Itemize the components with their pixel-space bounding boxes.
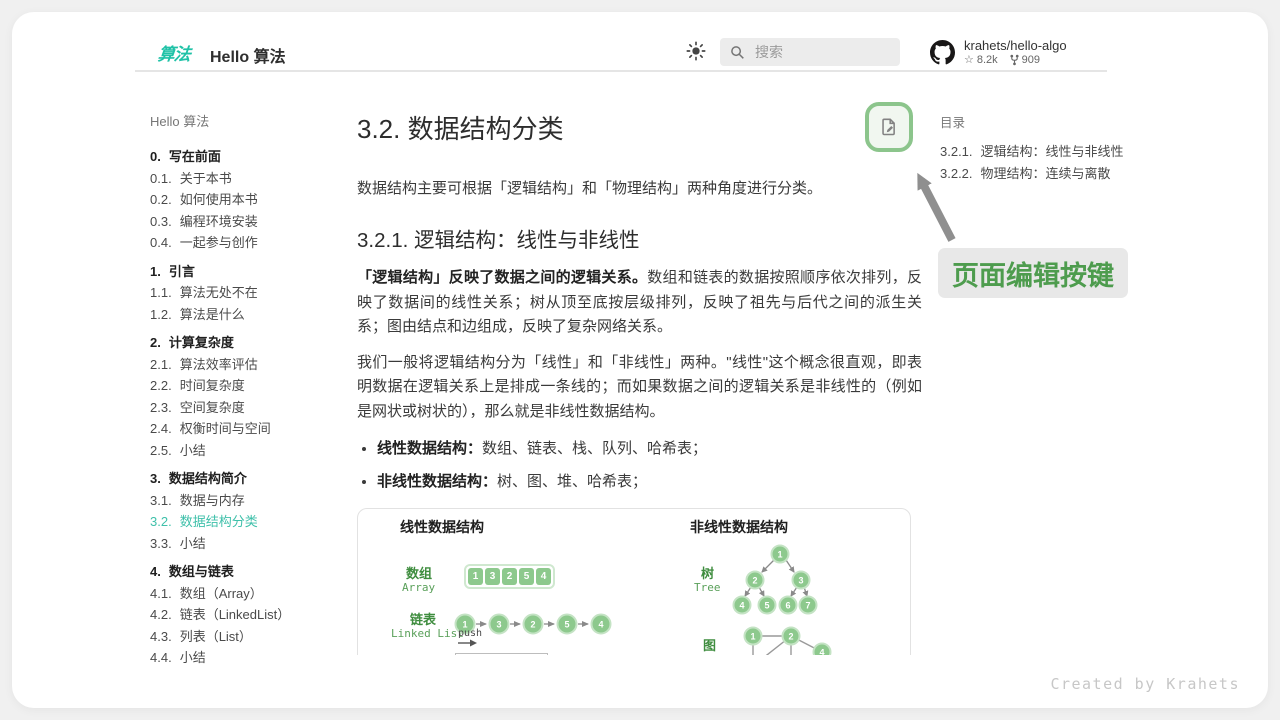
search-input[interactable]	[753, 43, 887, 61]
star-icon: ☆	[964, 53, 974, 67]
tree-diagram: 1 2 3 4 5 6 7	[730, 542, 830, 624]
linear-column-title: 线性数据结构	[400, 517, 484, 537]
data-structure-figure: 线性数据结构 非线性数据结构 数组 Array 1 3 2 5 4 链表 Lin…	[357, 508, 911, 655]
svg-text:2: 2	[530, 620, 535, 630]
search-box[interactable]	[720, 38, 900, 66]
array-cell: 1	[468, 568, 483, 585]
sidebar-item[interactable]: 2.2. 时间复杂度	[150, 375, 355, 397]
sidebar-item[interactable]: 1.1. 算法无处不在	[150, 282, 355, 304]
bullet-item: 非线性数据结构：树、图、堆、哈希表；	[377, 470, 922, 494]
structure-bullet-list: 线性数据结构：数组、链表、栈、队列、哈希表； 非线性数据结构：树、图、堆、哈希表；	[357, 437, 922, 494]
github-repo-link[interactable]: krahets/hello-algo ☆ 8.2k 909	[930, 38, 1067, 67]
svg-text:4: 4	[819, 648, 824, 656]
sidebar-item[interactable]: 4.2. 链表（LinkedList）	[150, 604, 355, 626]
sidebar-item[interactable]: 0.3. 编程环境安装	[150, 211, 355, 233]
section-heading: 3.2.1. 逻辑结构：线性与非线性	[357, 227, 922, 255]
sidebar-item[interactable]: 2.3. 空间复杂度	[150, 397, 355, 419]
toc-title: 目录	[940, 112, 1180, 131]
svg-text:3: 3	[496, 620, 501, 630]
star-count: 8.2k	[977, 53, 998, 67]
toc-item[interactable]: 3.2.2. 物理结构：连续与离散	[940, 163, 1180, 185]
linked-list-label-zh: 链表	[410, 609, 436, 628]
svg-text:7: 7	[805, 601, 810, 611]
sidebar-item[interactable]: 2.1. 算法效率评估	[150, 354, 355, 376]
hello-algo-logo[interactable]: 算法	[157, 40, 192, 65]
sidebar-item[interactable]: 3.1. 数据与内存	[150, 490, 355, 512]
push-arrow-icon	[458, 639, 478, 647]
sidebar-item[interactable]: 1.2. 算法是什么	[150, 304, 355, 326]
tree-label-en: Tree	[694, 581, 721, 594]
array-cells: 1 3 2 5 4	[464, 564, 555, 589]
array-cell: 5	[519, 568, 534, 585]
array-label-en: Array	[402, 581, 435, 594]
search-icon	[730, 45, 745, 60]
svg-text:1: 1	[777, 550, 782, 560]
nonlinear-column-title: 非线性数据结构	[690, 517, 788, 537]
repo-stats: ☆ 8.2k 909	[964, 53, 1067, 67]
sidebar-nav: Hello 算法 0. 写在前面 0.1. 关于本书 0.2. 如何使用本书 0…	[150, 113, 355, 669]
array-cell: 3	[485, 568, 500, 585]
svg-text:6: 6	[785, 601, 790, 611]
page-toc: 目录 3.2.1. 逻辑结构：线性与非线性 3.2.2. 物理结构：连续与离散	[940, 112, 1180, 185]
svg-text:4: 4	[739, 601, 744, 611]
fork-icon	[1010, 54, 1019, 66]
graph-label-zh: 图	[703, 635, 716, 654]
sidebar-items: 0. 写在前面 0.1. 关于本书 0.2. 如何使用本书 0.3. 编程环境安…	[150, 146, 355, 669]
sidebar-item[interactable]: 3.3. 小结	[150, 533, 355, 555]
annotation-label: 页面编辑按键	[938, 248, 1128, 298]
svg-text:3: 3	[798, 576, 803, 586]
sidebar-item[interactable]: 2.5. 小结	[150, 440, 355, 462]
page-edit-button[interactable]	[865, 102, 913, 152]
array-cell: 2	[502, 568, 517, 585]
sidebar-item[interactable]: 0. 写在前面	[150, 146, 355, 168]
stack-container	[455, 653, 548, 655]
sidebar-item[interactable]: 3.2. 数据结构分类	[150, 511, 355, 533]
paragraph-logical-structure: 「逻辑结构」反映了数据之间的逻辑关系。数组和链表的数据按照顺序依次排列，反映了数…	[357, 266, 922, 340]
sidebar-item[interactable]: 4.1. 数组（Array）	[150, 583, 355, 605]
svg-text:5: 5	[764, 601, 769, 611]
sidebar-item[interactable]: 4.4. 小结	[150, 647, 355, 669]
sidebar-item[interactable]: 2. 计算复杂度	[150, 332, 355, 354]
paragraph-linear-nonlinear: 我们一般将逻辑结构分为「线性」和「非线性」两种。"线性"这个概念很直观，即表明数…	[357, 351, 922, 425]
toc-items: 3.2.1. 逻辑结构：线性与非线性 3.2.2. 物理结构：连续与离散	[940, 141, 1180, 185]
tree-label-zh: 树	[701, 563, 714, 582]
svg-text:2: 2	[788, 632, 793, 642]
bullet-item: 线性数据结构：数组、链表、栈、队列、哈希表；	[377, 437, 922, 461]
sidebar-item[interactable]: 0.4. 一起参与创作	[150, 232, 355, 254]
intro-paragraph: 数据结构主要可根据「逻辑结构」和「物理结构」两种角度进行分类。	[357, 177, 922, 201]
theme-toggle-button[interactable]	[684, 40, 708, 64]
sidebar-site-title: Hello 算法	[150, 113, 355, 131]
svg-text:5: 5	[564, 620, 569, 630]
site-title[interactable]: Hello 算法	[210, 43, 286, 67]
edit-document-icon	[878, 116, 900, 138]
graph-label-en: Graph	[696, 653, 729, 655]
svg-text:2: 2	[752, 576, 757, 586]
footer-credit: Created by Krahets	[1050, 675, 1240, 693]
svg-text:1: 1	[750, 632, 755, 642]
sidebar-item[interactable]: 2.4. 权衡时间与空间	[150, 418, 355, 440]
stack-push-label: push	[458, 628, 482, 639]
main-content: 3.2. 数据结构分类 数据结构主要可根据「逻辑结构」和「物理结构」两种角度进行…	[357, 108, 922, 655]
fork-count: 909	[1022, 53, 1040, 67]
page-title: 3.2. 数据结构分类	[357, 111, 922, 147]
header-divider	[135, 70, 1107, 72]
sidebar-item[interactable]: 1. 引言	[150, 261, 355, 283]
annotation-arrow	[897, 152, 967, 252]
array-label-zh: 数组	[406, 563, 432, 582]
sidebar-item[interactable]: 0.1. 关于本书	[150, 168, 355, 190]
sidebar-item[interactable]: 4.3. 列表（List）	[150, 626, 355, 648]
sun-icon	[685, 40, 707, 62]
github-icon	[930, 40, 955, 65]
graph-diagram: 1 2 4 3 5	[730, 625, 835, 655]
repo-name: krahets/hello-algo	[964, 38, 1067, 53]
svg-text:4: 4	[598, 620, 603, 630]
array-cell: 4	[536, 568, 551, 585]
sidebar-item[interactable]: 4. 数组与链表	[150, 561, 355, 583]
sidebar-item[interactable]: 3. 数据结构简介	[150, 468, 355, 490]
sidebar-item[interactable]: 0.2. 如何使用本书	[150, 189, 355, 211]
app-window: 算法 Hello 算法 krahets/hello-algo ☆	[12, 12, 1268, 708]
toc-item[interactable]: 3.2.1. 逻辑结构：线性与非线性	[940, 141, 1180, 163]
